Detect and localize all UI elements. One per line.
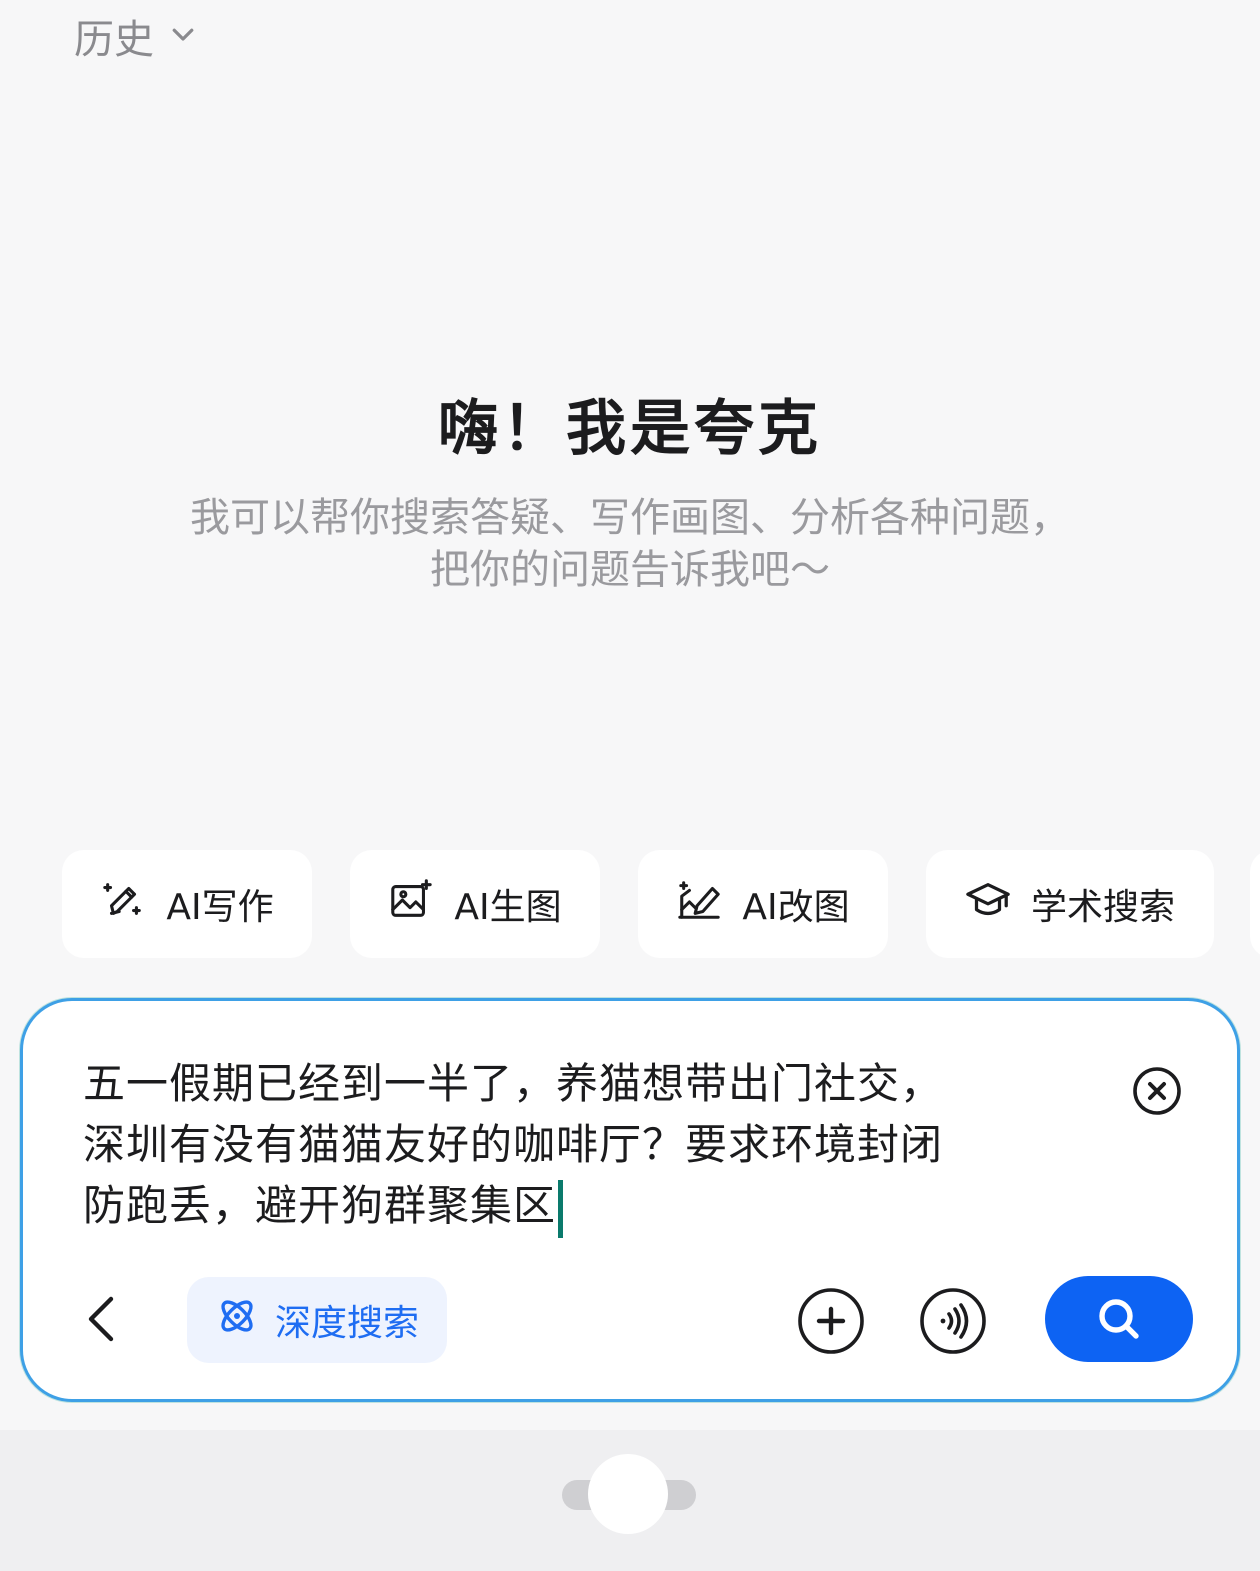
subtitle-line: 把你的问题告诉我吧～ bbox=[430, 547, 830, 593]
chip-label: AI改图 bbox=[742, 887, 850, 928]
chip-ai-image-generate[interactable]: AI生图 bbox=[350, 850, 600, 958]
add-attachment-button[interactable] bbox=[797, 1287, 865, 1355]
search-button[interactable] bbox=[1045, 1276, 1193, 1362]
subtitle-line: 我可以帮你搜索答疑、写作画图、分析各种问题， bbox=[190, 495, 1070, 541]
chevron-down-icon bbox=[168, 13, 198, 59]
back-button[interactable] bbox=[81, 1293, 121, 1345]
greeting-title: 嗨！我是夸克 bbox=[438, 394, 822, 464]
query-line: 防跑丢，避开狗群聚集区 bbox=[83, 1181, 557, 1230]
bottom-navigation-area bbox=[0, 1430, 1260, 1571]
history-dropdown[interactable]: 历史 bbox=[74, 8, 198, 64]
chip-ai-write[interactable]: AI写作 bbox=[62, 850, 312, 958]
greeting-subtitle: 我可以帮你搜索答疑、写作画图、分析各种问题， 把你的问题告诉我吧～ bbox=[0, 492, 1260, 596]
chevron-left-icon bbox=[88, 1296, 114, 1342]
voice-wave-icon bbox=[920, 1288, 986, 1354]
chip-label: AI生图 bbox=[454, 887, 562, 928]
chip-ai-image-edit[interactable]: AI改图 bbox=[638, 850, 888, 958]
deep-search-label: 深度搜索 bbox=[274, 1303, 419, 1344]
clear-input-button[interactable] bbox=[1131, 1065, 1183, 1117]
voice-input-button[interactable] bbox=[919, 1287, 987, 1355]
ai-image-generate-icon bbox=[388, 877, 434, 932]
query-input[interactable]: 五一假期已经到一半了，养猫想带出门社交， 深圳有没有猫猫友好的咖啡厅？要求环境封… bbox=[83, 1053, 1083, 1238]
query-line: 五一假期已经到一半了，养猫想带出门社交， bbox=[83, 1059, 944, 1108]
chip-more[interactable] bbox=[1250, 850, 1260, 958]
deep-search-toggle[interactable]: 深度搜索 bbox=[187, 1277, 447, 1363]
chip-academic-search[interactable]: 学术搜索 bbox=[926, 850, 1214, 958]
graduation-cap-icon bbox=[965, 877, 1011, 932]
query-input-box[interactable]: 五一假期已经到一半了，养猫想带出门社交， 深圳有没有猫猫友好的咖啡厅？要求环境封… bbox=[20, 998, 1240, 1402]
quick-action-chips: AI写作 AI生图 AI改图 学术搜索 bbox=[62, 850, 1260, 960]
ai-image-edit-icon bbox=[676, 877, 722, 932]
search-icon bbox=[1099, 1299, 1139, 1339]
text-caret bbox=[558, 1179, 564, 1238]
deep-search-icon bbox=[215, 1294, 259, 1347]
query-line: 深圳有没有猫猫友好的咖啡厅？要求环境封闭 bbox=[83, 1120, 944, 1169]
history-label: 历史 bbox=[74, 17, 154, 63]
plus-circle-icon bbox=[798, 1288, 864, 1354]
close-circle-icon bbox=[1133, 1067, 1181, 1115]
home-toggle-knob[interactable] bbox=[588, 1454, 668, 1534]
ai-write-icon bbox=[100, 877, 146, 932]
chip-label: 学术搜索 bbox=[1030, 887, 1175, 928]
chip-label: AI写作 bbox=[166, 887, 274, 928]
